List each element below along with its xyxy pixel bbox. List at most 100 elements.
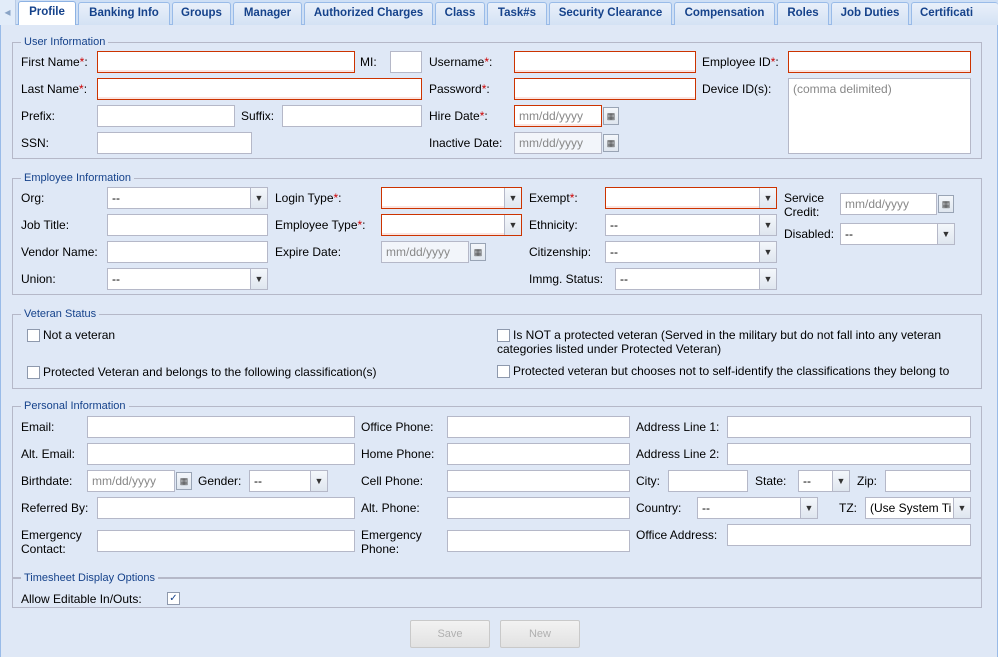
country-label: Country:: [636, 501, 682, 515]
chevron-down-icon[interactable]: ▼: [250, 269, 267, 289]
chevron-down-icon[interactable]: ▼: [250, 188, 267, 208]
not-protected-veteran-label-2: categories listed under Protected Vetera…: [497, 342, 722, 356]
emergency-phone-input[interactable]: [447, 530, 630, 552]
login-type-select[interactable]: ▼: [381, 187, 522, 209]
prefix-input[interactable]: [97, 105, 235, 127]
chevron-down-icon[interactable]: ▼: [504, 188, 521, 208]
birthdate-input[interactable]: mm/dd/yyyy ▦: [87, 470, 192, 492]
org-select[interactable]: -- ▼: [107, 187, 268, 209]
tab-groups[interactable]: Groups: [172, 2, 231, 25]
cell-phone-input[interactable]: [447, 470, 630, 492]
alt-phone-input[interactable]: [447, 497, 630, 519]
referred-by-input[interactable]: [97, 497, 355, 519]
chevron-down-icon[interactable]: ▼: [504, 215, 521, 235]
service-credit-input[interactable]: mm/dd/yyyy ▦: [840, 193, 954, 215]
username-input[interactable]: [514, 51, 696, 73]
tab-job-duties[interactable]: Job Duties: [831, 2, 909, 25]
employee-id-label: Employee ID*:: [702, 55, 779, 69]
password-input[interactable]: [514, 78, 696, 100]
protected-no-self-id-checkbox[interactable]: [497, 365, 510, 378]
chevron-down-icon[interactable]: ▼: [310, 471, 327, 491]
personal-information-fieldset: Personal Information Email: Office Phone…: [12, 400, 982, 578]
tab-scroll-left-icon[interactable]: ◂: [0, 0, 16, 25]
tab-class[interactable]: Class: [435, 2, 485, 25]
email-input[interactable]: [87, 416, 355, 438]
profile-panel: User Information First Name*: MI: Userna…: [0, 25, 998, 657]
tab-manager[interactable]: Manager: [233, 2, 302, 25]
tab-authorized-charges[interactable]: Authorized Charges: [304, 2, 433, 25]
expire-date-input[interactable]: mm/dd/yyyy ▦: [381, 241, 486, 263]
calendar-icon[interactable]: ▦: [938, 195, 954, 213]
tz-select[interactable]: (Use System Ti ▼: [865, 497, 971, 519]
suffix-label: Suffix:: [241, 109, 275, 123]
hire-date-input[interactable]: mm/dd/yyyy ▦: [514, 105, 619, 127]
personal-information-legend: Personal Information: [21, 400, 129, 413]
office-address-label: Office Address:: [636, 528, 718, 542]
office-address-input[interactable]: [727, 524, 971, 546]
gender-select[interactable]: -- ▼: [249, 470, 328, 492]
prefix-label: Prefix:: [21, 109, 56, 123]
tab-certifications[interactable]: Certificati: [911, 2, 998, 25]
last-name-input[interactable]: [97, 78, 422, 100]
not-protected-veteran-checkbox[interactable]: [497, 329, 510, 342]
not-protected-veteran-label: Is NOT a protected veteran (Served in th…: [513, 328, 941, 342]
immg-status-select[interactable]: -- ▼: [615, 268, 777, 290]
job-title-input[interactable]: [107, 214, 268, 236]
chevron-down-icon[interactable]: ▼: [800, 498, 817, 518]
office-phone-input[interactable]: [447, 416, 630, 438]
chevron-down-icon[interactable]: ▼: [759, 269, 776, 289]
citizenship-select[interactable]: -- ▼: [605, 241, 777, 263]
chevron-down-icon[interactable]: ▼: [759, 215, 776, 235]
zip-input[interactable]: [885, 470, 971, 492]
city-input[interactable]: [668, 470, 748, 492]
mi-input[interactable]: [390, 51, 422, 73]
tab-security-clearance[interactable]: Security Clearance: [549, 2, 672, 25]
chevron-down-icon[interactable]: ▼: [759, 188, 776, 208]
suffix-input[interactable]: [282, 105, 422, 127]
employee-type-label: Employee Type*:: [275, 218, 366, 232]
chevron-down-icon[interactable]: ▼: [937, 224, 954, 244]
home-phone-label: Home Phone:: [361, 447, 435, 461]
ethnicity-select[interactable]: -- ▼: [605, 214, 777, 236]
first-name-input[interactable]: [97, 51, 355, 73]
protected-veteran-classification-checkbox[interactable]: [27, 366, 40, 379]
chevron-down-icon[interactable]: ▼: [953, 498, 970, 518]
chevron-down-icon[interactable]: ▼: [832, 471, 849, 491]
tab-banking-info[interactable]: Banking Info: [78, 2, 170, 25]
not-veteran-checkbox[interactable]: [27, 329, 40, 342]
exempt-select[interactable]: ▼: [605, 187, 777, 209]
calendar-icon[interactable]: ▦: [470, 243, 486, 261]
address-line-2-input[interactable]: [727, 443, 971, 465]
emergency-contact-input[interactable]: [97, 530, 355, 552]
country-select[interactable]: -- ▼: [697, 497, 818, 519]
new-button[interactable]: New: [500, 620, 580, 648]
office-phone-label: Office Phone:: [361, 420, 434, 434]
tab-roles[interactable]: Roles: [777, 2, 829, 25]
home-phone-input[interactable]: [447, 443, 630, 465]
device-ids-textarea[interactable]: (comma delimited): [788, 78, 971, 154]
vendor-name-input[interactable]: [107, 241, 268, 263]
employee-type-select[interactable]: ▼: [381, 214, 522, 236]
allow-editable-inouts-checkbox[interactable]: ✓: [167, 592, 180, 605]
address-line-1-label: Address Line 1:: [636, 420, 720, 434]
alt-email-input[interactable]: [87, 443, 355, 465]
calendar-icon[interactable]: ▦: [603, 107, 619, 125]
address-line-1-input[interactable]: [727, 416, 971, 438]
chevron-down-icon[interactable]: ▼: [759, 242, 776, 262]
ssn-input[interactable]: [97, 132, 252, 154]
cell-phone-label: Cell Phone:: [361, 474, 424, 488]
union-select[interactable]: -- ▼: [107, 268, 268, 290]
calendar-icon[interactable]: ▦: [176, 472, 192, 490]
employee-information-legend: Employee Information: [21, 172, 134, 185]
disabled-select[interactable]: -- ▼: [840, 223, 955, 245]
tab-task-numbers[interactable]: Task#s: [487, 2, 547, 25]
calendar-icon[interactable]: ▦: [603, 134, 619, 152]
tab-compensation[interactable]: Compensation: [674, 2, 775, 25]
employee-id-input[interactable]: [788, 51, 971, 73]
exempt-label: Exempt*:: [529, 191, 578, 205]
tab-profile[interactable]: Profile: [18, 1, 76, 26]
inactive-date-input[interactable]: mm/dd/yyyy ▦: [514, 132, 619, 154]
save-button[interactable]: Save: [410, 620, 490, 648]
vendor-name-label: Vendor Name:: [21, 245, 98, 259]
state-select[interactable]: -- ▼: [798, 470, 850, 492]
